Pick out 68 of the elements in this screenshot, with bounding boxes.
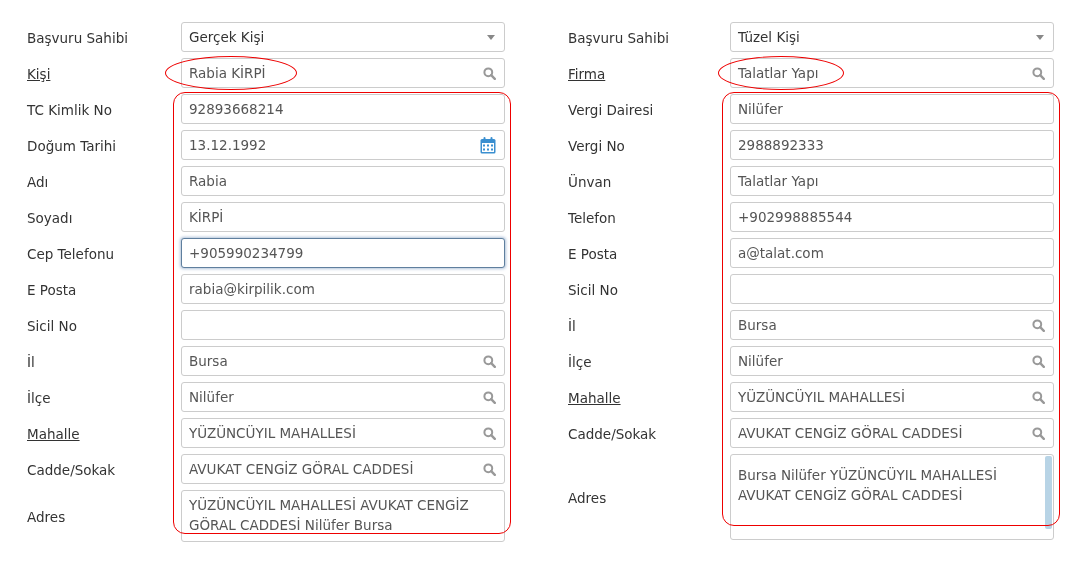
field-label-link[interactable]: Kişi xyxy=(27,66,51,82)
search-icon xyxy=(1032,354,1045,368)
field-label: İl xyxy=(27,354,35,370)
field-label: İlçe xyxy=(27,390,51,406)
field-label: Cadde/Sokak xyxy=(27,462,116,478)
search-icon xyxy=(1032,318,1045,332)
text-field[interactable]: +902998885544 xyxy=(730,202,1054,232)
field-label: Başvuru Sahibi xyxy=(27,30,128,46)
lookup-field[interactable]: AVUKAT CENGİZ GÖRAL CADDESİ xyxy=(181,454,505,484)
field-label-link[interactable]: Mahalle xyxy=(27,426,80,442)
search-icon xyxy=(483,354,496,368)
field-label: Adı xyxy=(27,174,49,190)
text-field[interactable]: 92893668214 xyxy=(181,94,505,124)
address-field[interactable]: YÜZÜNCÜYIL MAHALLESİ AVUKAT CENGİZ GÖRAL CADDESİ Nilüfer Bursa xyxy=(181,490,505,542)
field-label: Adres xyxy=(27,509,66,525)
field-label-link[interactable]: Mahalle xyxy=(568,390,621,406)
text-field[interactable]: +905990234799 xyxy=(181,238,505,268)
search-icon xyxy=(483,426,496,440)
field-label-link[interactable]: Firma xyxy=(568,66,606,82)
field-label: İl xyxy=(568,318,576,334)
caret-icon xyxy=(1036,34,1044,40)
field-label: E Posta xyxy=(568,246,618,262)
search-icon xyxy=(1032,390,1045,404)
field-label: Adres xyxy=(568,490,607,506)
calendar-icon[interactable] xyxy=(480,136,496,154)
search-icon xyxy=(483,462,496,476)
lookup-field[interactable]: Rabia KİRPİ xyxy=(181,58,505,88)
field-label: Sicil No xyxy=(568,282,618,298)
lookup-field[interactable]: Bursa xyxy=(730,310,1054,340)
search-icon xyxy=(483,66,496,80)
lookup-field[interactable]: Talatlar Yapı xyxy=(730,58,1054,88)
text-field[interactable]: Talatlar Yapı xyxy=(730,166,1054,196)
text-field[interactable] xyxy=(730,274,1054,304)
field-label: Vergi No xyxy=(568,138,625,154)
field-label: Sicil No xyxy=(27,318,77,334)
text-field[interactable] xyxy=(181,310,505,340)
field-label: Ünvan xyxy=(568,174,612,190)
search-icon xyxy=(1032,66,1045,80)
text-field[interactable]: KİRPİ xyxy=(181,202,505,232)
search-icon xyxy=(483,390,496,404)
caret-icon xyxy=(487,34,495,40)
field-label: Cep Telefonu xyxy=(27,246,115,262)
text-field[interactable]: Rabia xyxy=(181,166,505,196)
text-field[interactable]: Nilüfer xyxy=(730,94,1054,124)
lookup-field[interactable]: Nilüfer xyxy=(730,346,1054,376)
dropdown[interactable]: Tüzel Kişi xyxy=(730,22,1054,52)
date-field[interactable]: 13.12.1992 xyxy=(181,130,505,160)
field-label: Soyadı xyxy=(27,210,73,226)
search-icon xyxy=(1032,426,1045,440)
dropdown[interactable]: Gerçek Kişi xyxy=(181,22,505,52)
lookup-field[interactable]: YÜZÜNCÜYIL MAHALLESİ xyxy=(730,382,1054,412)
lookup-field[interactable]: Bursa xyxy=(181,346,505,376)
field-label: TC Kimlik No xyxy=(27,102,112,118)
text-field[interactable]: a@talat.com xyxy=(730,238,1054,268)
address-field[interactable]: Bursa Nilüfer YÜZÜNCÜYIL MAHALLESİ AVUKAT CENGİZ GÖRAL CADDESİ xyxy=(730,454,1054,540)
field-label: Cadde/Sokak xyxy=(568,426,657,442)
field-label: İlçe xyxy=(568,354,592,370)
field-label: Başvuru Sahibi xyxy=(568,30,669,46)
lookup-field[interactable]: YÜZÜNCÜYIL MAHALLESİ xyxy=(181,418,505,448)
text-field[interactable]: rabia@kirpilik.com xyxy=(181,274,505,304)
text-field[interactable]: 2988892333 xyxy=(730,130,1054,160)
field-label: Vergi Dairesi xyxy=(568,102,654,118)
lookup-field[interactable]: Nilüfer xyxy=(181,382,505,412)
lookup-field[interactable]: AVUKAT CENGİZ GÖRAL CADDESİ xyxy=(730,418,1054,448)
field-label: Doğum Tarihi xyxy=(27,138,117,154)
scrollbar[interactable] xyxy=(1045,456,1052,529)
field-label: E Posta xyxy=(27,282,77,298)
field-label: Telefon xyxy=(568,210,616,226)
